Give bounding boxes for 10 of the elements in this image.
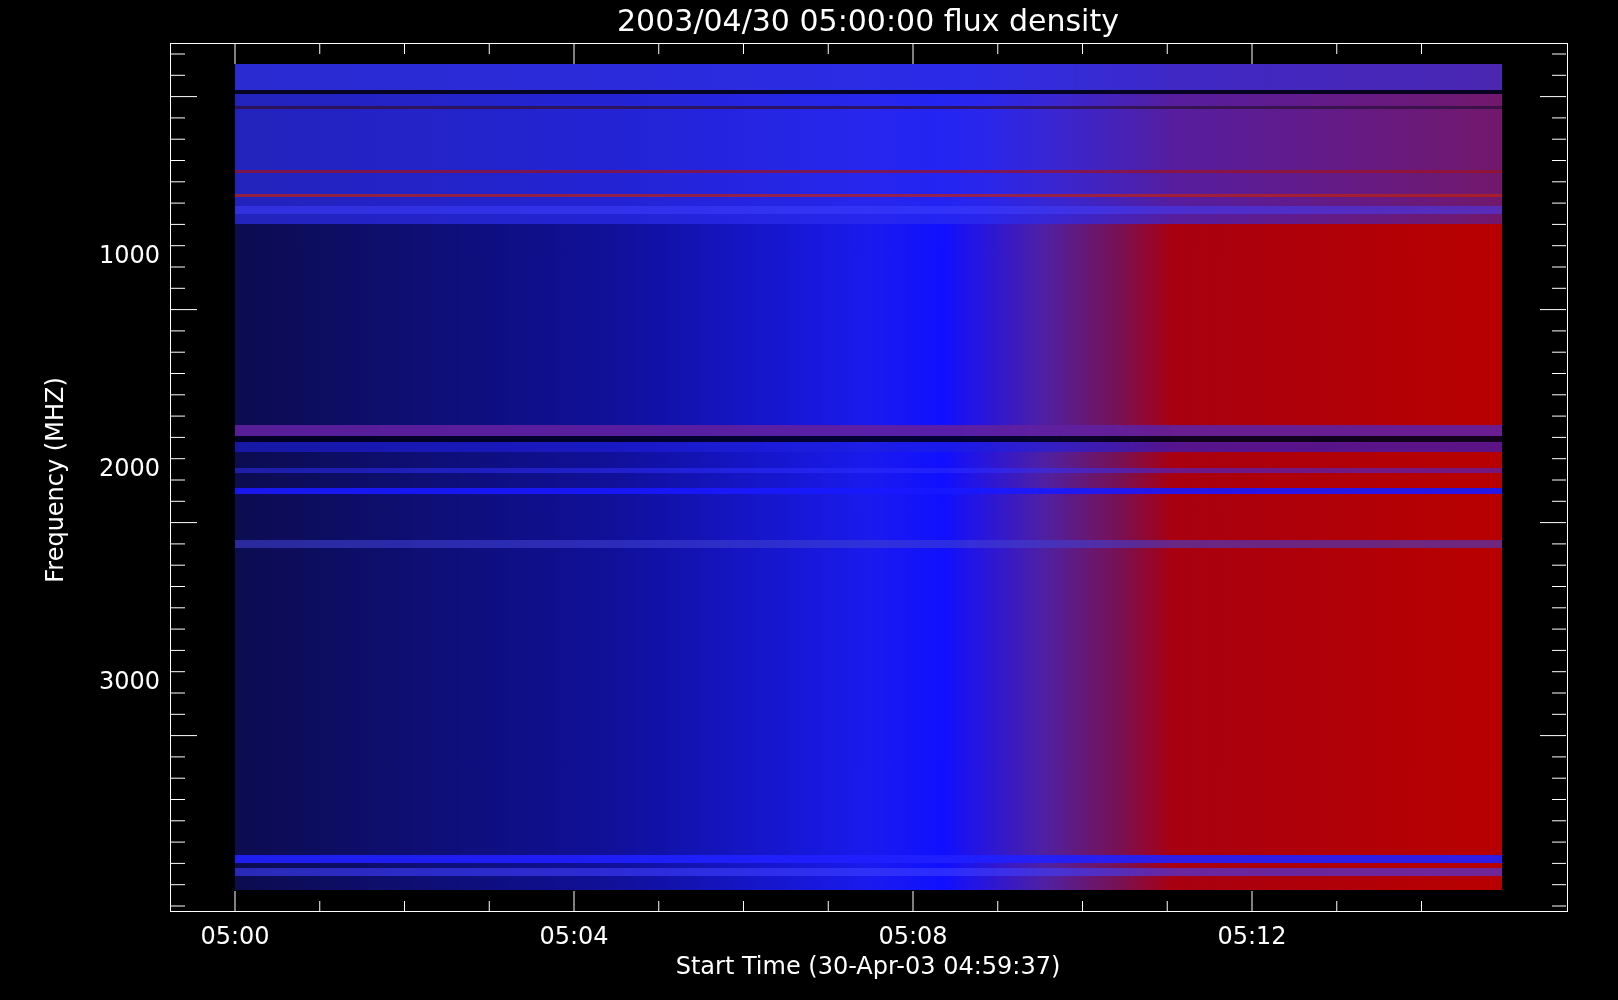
x-tick-label: 05:08: [878, 922, 948, 950]
x-tick-label: 05:00: [200, 922, 270, 950]
y-axis-label: Frequency (MHZ): [41, 377, 69, 583]
x-tick-label: 05:12: [1217, 922, 1287, 950]
chart-title: 2003/04/30 05:00:00 flux density: [617, 3, 1119, 38]
y-tick-label: 2000: [98, 454, 160, 482]
y-tick-label: 1000: [98, 241, 160, 269]
x-axis-label: Start Time (30-Apr-03 04:59:37): [675, 952, 1061, 980]
x-tick-label: 05:04: [539, 922, 609, 950]
y-tick-label: 3000: [98, 667, 160, 695]
